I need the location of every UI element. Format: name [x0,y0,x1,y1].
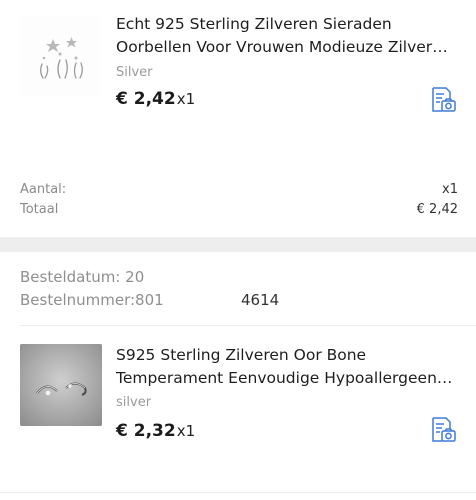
product-image-ear-cuffs[interactable] [20,344,102,426]
product-quantity: x1 [176,90,196,108]
product-variant: Silver [116,65,153,80]
order-number-tail: 4614 [241,291,280,309]
quantity-label: Aantal: [20,182,67,197]
order-number-label: Bestelnummer: [20,291,136,309]
order-number: Bestelnummer:801 [20,291,164,309]
receipt-camera-icon[interactable] [429,416,457,444]
total-value: € 2,42 [416,202,458,217]
product-price-row: € 2,42x1 [116,89,195,109]
divider [20,325,476,326]
total-label: Totaal [20,202,59,217]
divider [0,492,476,493]
order-date-label: Besteldatum: [20,268,121,286]
product-title[interactable]: Echt 925 Sterling Zilveren Sieraden Oorb… [116,13,458,59]
quantity-value: x1 [442,182,458,197]
order-date: Besteldatum: 20 [20,268,144,286]
product-price: € 2,42 [116,89,176,109]
product-title[interactable]: S925 Sterling Zilveren Oor Bone Temperam… [116,344,458,390]
order-number-value: 801 [135,291,164,309]
section-separator [0,237,476,252]
product-variant: silver [116,395,152,410]
product-quantity: x1 [176,422,196,440]
product-price: € 2,32 [116,421,176,441]
product-image-earrings[interactable] [20,16,100,96]
order-date-value: 20 [125,268,145,286]
receipt-camera-icon[interactable] [429,86,457,114]
product-price-row: € 2,32x1 [116,421,195,441]
